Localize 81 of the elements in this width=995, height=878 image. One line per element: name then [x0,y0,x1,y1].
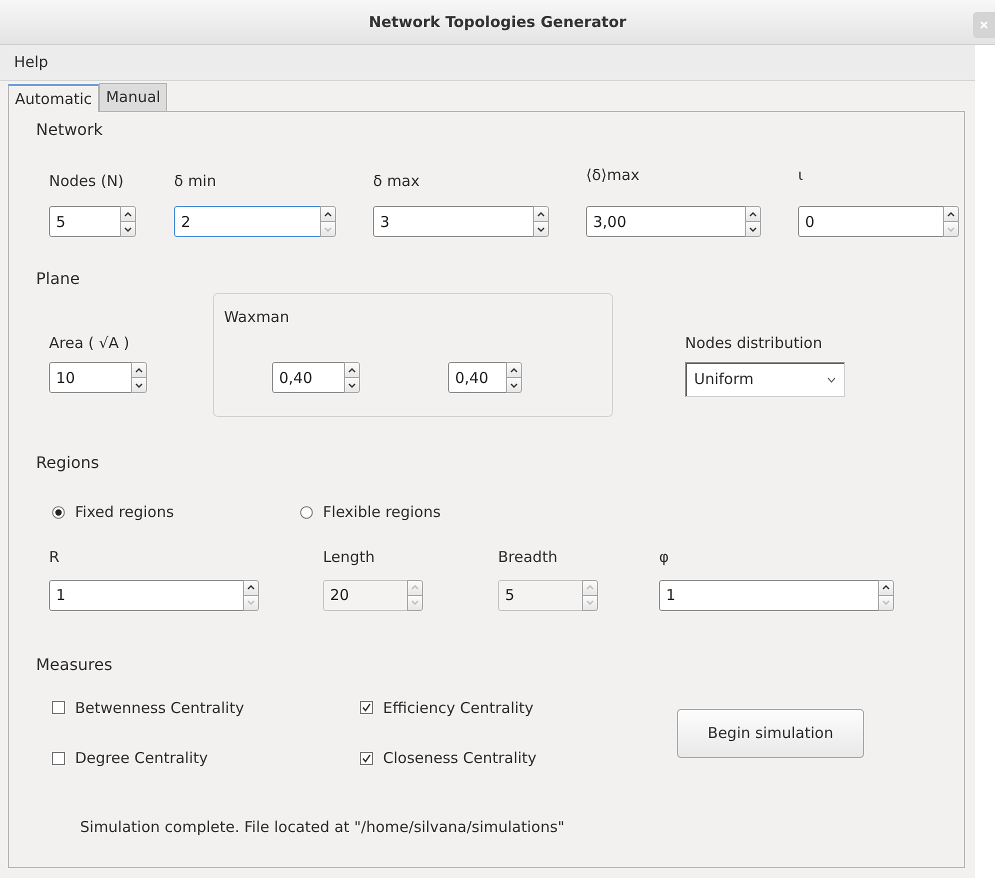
spin-down-button[interactable] [120,222,136,237]
number-field[interactable]: 10 [49,362,131,393]
chevron-up-icon [946,210,956,218]
spin-up-button[interactable] [533,206,549,222]
spin-up-button[interactable] [120,206,136,222]
spin-down-button[interactable] [344,378,360,393]
chevron-up-icon [347,366,357,374]
chevron-down-icon [134,380,144,390]
field-label: Area ( √A ) [49,333,130,354]
checkbox[interactable]: Efficiency Centrality [360,696,660,719]
chevron-down-icon [509,380,519,390]
spin-up-button[interactable] [344,362,360,378]
field-label: R [49,546,60,568]
chevron-down-icon [946,224,956,234]
group-title: Waxman [224,307,290,328]
field-label: δ max [373,171,421,192]
section-title: Network [36,119,104,141]
close-icon [980,21,988,29]
spin-up-button[interactable] [878,580,894,596]
checkbox[interactable]: Betwenness Centrality [52,696,360,719]
chevron-up-icon [509,366,519,374]
chevron-up-icon [410,583,420,592]
chevron-up-icon [748,210,758,218]
number-field[interactable]: 1 [49,580,243,610]
chevron-down-icon [748,224,758,234]
field-label: Nodes (N) [49,171,125,192]
menu-item[interactable]: Help [14,51,48,74]
number-field[interactable]: 0,40 [272,362,344,393]
number-field[interactable]: 0,40 [448,362,506,393]
spin-down-button[interactable] [533,222,549,237]
chevron-down-icon [246,598,256,607]
number-field[interactable]: 3 [373,206,533,237]
spin-up-button[interactable] [320,206,336,222]
chevron-up-icon [246,583,256,592]
spin-up-button[interactable] [243,580,259,596]
begin-simulation-button[interactable]: Begin simulation [677,708,864,758]
section-title: Measures [36,654,114,676]
chevron-down-icon [881,598,891,607]
chevron-up-icon [323,210,333,218]
field-label: δ min [174,171,218,192]
chevron-down-icon [323,224,333,234]
chevron-up-icon [536,210,546,218]
chevron-down-icon [410,598,420,607]
spin-down-button[interactable] [131,378,147,393]
radio-button[interactable]: Fixed regions [52,501,174,524]
dropdown[interactable]: Uniform [685,362,845,397]
field-label: ⟨δ⟩max [586,165,641,186]
field-label: Breadth [498,546,558,568]
number-field[interactable]: 3,00 [586,206,745,237]
number-field[interactable]: 0 [798,206,943,237]
checkbox[interactable]: Degree Centrality [52,747,360,770]
window-title: Network Topologies Generator [368,12,626,33]
number-field[interactable]: 5 [49,206,120,237]
status-message: Simulation complete. File located at "/home/silvana/simulations" [80,816,566,838]
radio-button[interactable]: Flexible regions [300,501,441,524]
spin-down-button[interactable] [745,222,761,237]
chevron-up-icon [585,583,595,592]
number-field[interactable]: 1 [659,580,878,610]
chevron-down-icon [347,380,357,390]
chevron-up-icon [123,210,133,218]
field-label: ι [798,165,804,186]
number-field[interactable]: 2 [174,206,320,237]
section-title: Regions [36,452,100,474]
chevron-down-icon [123,224,133,234]
field-label: Length [323,546,376,568]
chevron-down-icon [585,598,595,607]
field-label: Nodes distribution [685,333,824,354]
spin-up-button[interactable] [943,206,959,222]
spin-up-button[interactable] [745,206,761,222]
chevron-down-icon [536,224,546,234]
tab[interactable]: Automatic [8,84,99,112]
spin-up-button[interactable] [131,362,147,378]
spin-down-button[interactable] [506,378,522,393]
chevron-down-icon [827,376,836,382]
tab[interactable]: Manual [98,83,168,111]
chevron-up-icon [881,583,891,592]
chevron-up-icon [134,366,144,374]
field-label: φ [659,546,670,568]
section-title: Plane [36,268,81,290]
checkbox[interactable]: Closeness Centrality [360,747,660,770]
spin-up-button[interactable] [506,362,522,378]
